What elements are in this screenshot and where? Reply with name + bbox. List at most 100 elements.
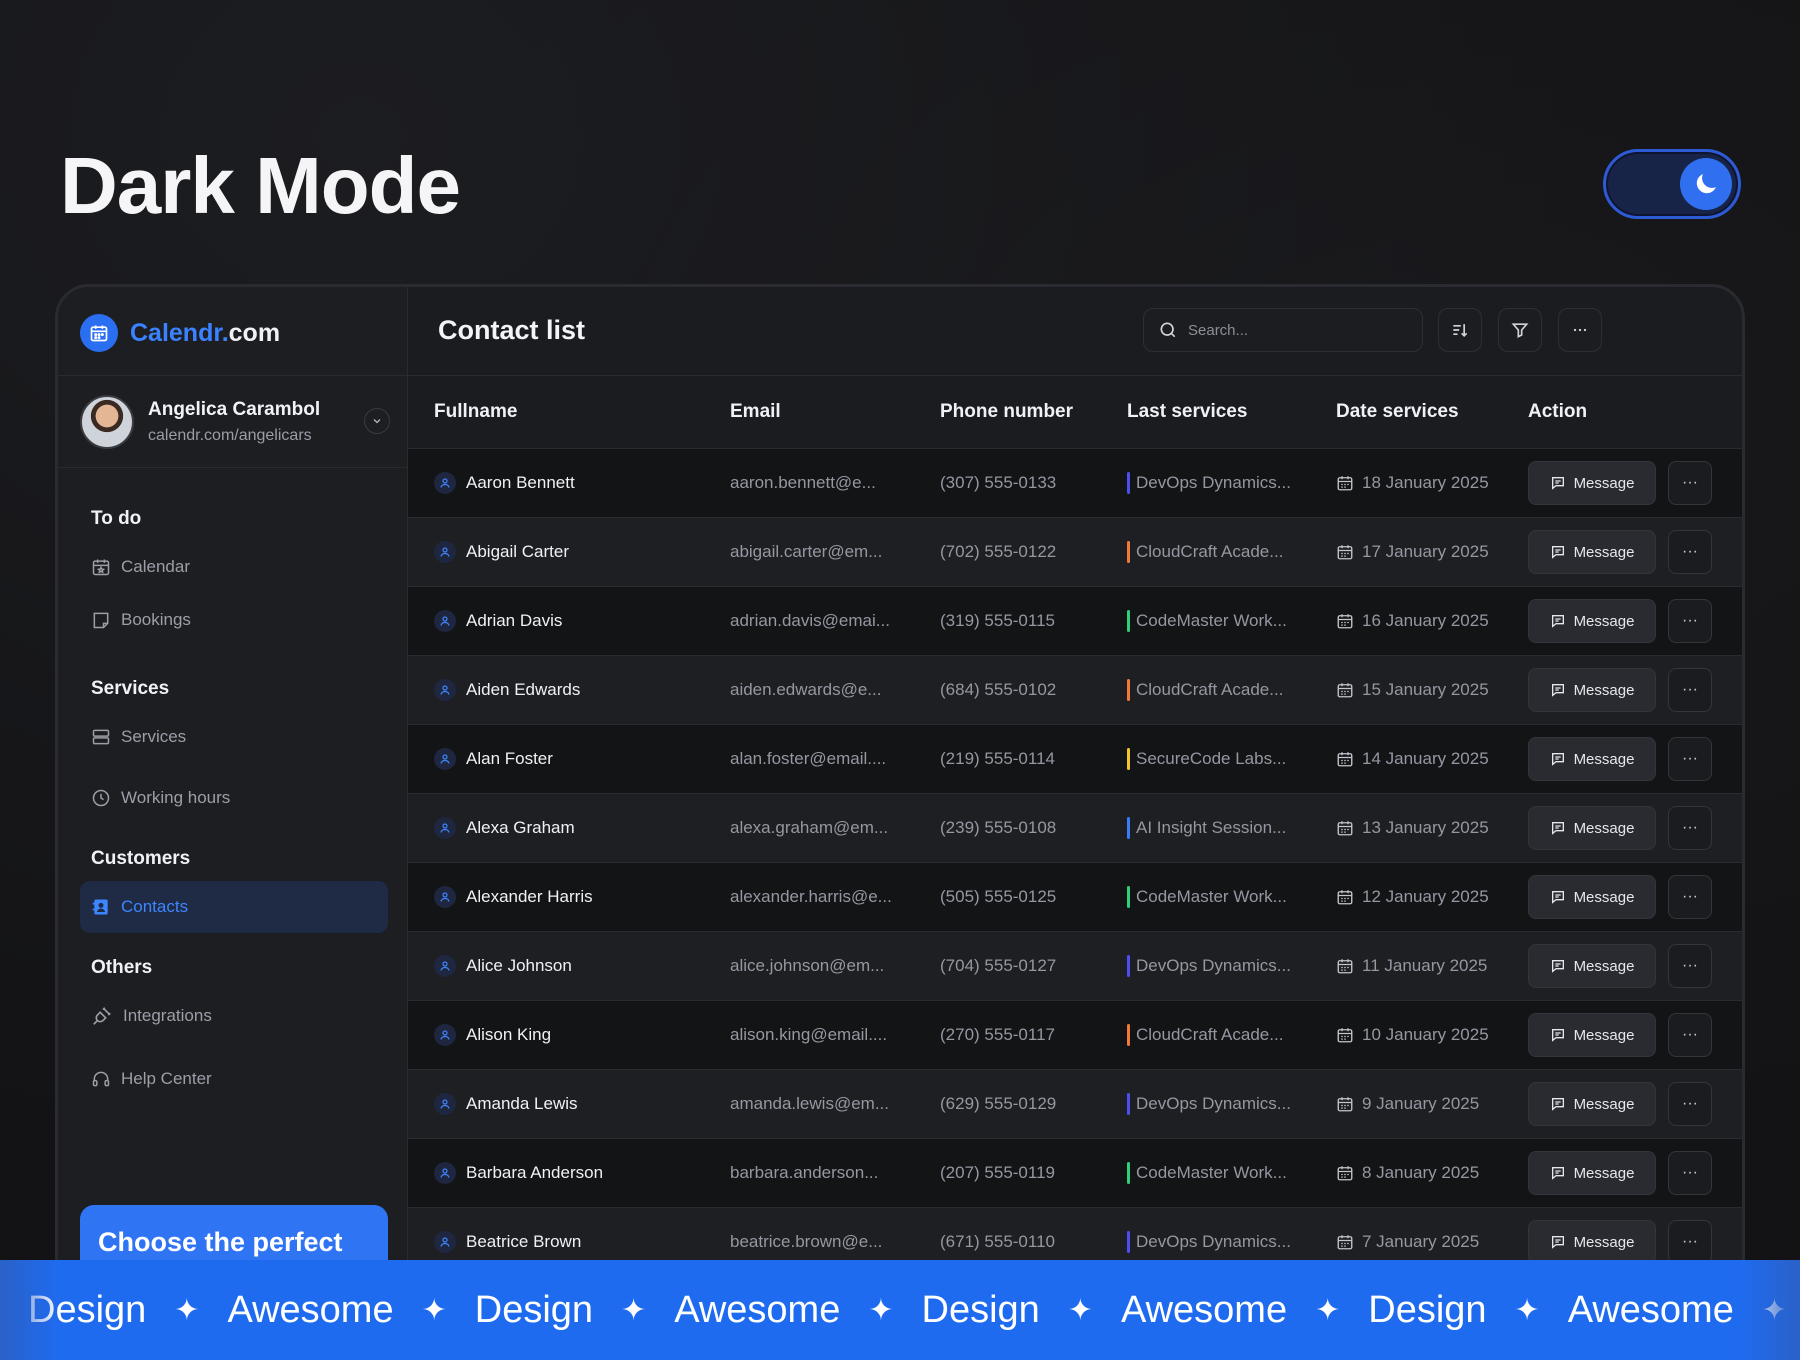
sidebar-item-contacts[interactable]: Contacts [80, 881, 388, 933]
marquee-word: Design [921, 1288, 1040, 1331]
search-box[interactable] [1143, 308, 1423, 352]
cell-phone: (270) 555-0117 [940, 1025, 1055, 1044]
more-horizontal-icon: ··· [1682, 1026, 1698, 1043]
contact-name: Aiden Edwards [466, 680, 581, 699]
sidebar-item-integrations[interactable]: Integrations [80, 990, 388, 1042]
table-row[interactable]: Alison King alison.king@email.... (270) … [408, 1000, 1742, 1069]
person-icon [434, 1231, 456, 1253]
message-button[interactable]: Message [1528, 1151, 1656, 1195]
more-horizontal-icon: ··· [1682, 957, 1698, 974]
sparkle-icon: ✦ [1067, 1293, 1093, 1327]
marquee-fade-right [1740, 1260, 1800, 1360]
message-label: Message [1573, 957, 1635, 975]
table-row[interactable]: Barbara Anderson barbara.anderson... (20… [408, 1138, 1742, 1207]
sidebar-item-label: Bookings [121, 610, 191, 629]
cell-phone: (505) 555-0125 [940, 887, 1057, 906]
row-more-button[interactable]: ··· [1668, 1013, 1712, 1057]
message-button[interactable]: Message [1528, 944, 1656, 988]
message-label: Message [1573, 1095, 1635, 1113]
sidebar-item-services[interactable]: Services [80, 711, 388, 763]
table-header: Fullname Email Phone number Last service… [408, 376, 1742, 448]
chevron-down-icon[interactable] [364, 408, 390, 434]
calendar-icon [1337, 1235, 1353, 1250]
row-more-button[interactable]: ··· [1668, 1151, 1712, 1195]
table-row[interactable]: Alan Foster alan.foster@email.... (219) … [408, 724, 1742, 793]
column-header-fullname[interactable]: Fullname [434, 401, 517, 423]
service-date: 8 January 2025 [1362, 1163, 1480, 1182]
cell-date: 18 January 2025 [1336, 449, 1489, 517]
message-button[interactable]: Message [1528, 875, 1656, 919]
sidebar-item-calendar[interactable]: Calendar [80, 541, 388, 593]
message-button[interactable]: Message [1528, 1082, 1656, 1126]
message-icon [1551, 1029, 1564, 1042]
column-header-email[interactable]: Email [730, 401, 781, 423]
service-name: CloudCraft Acade... [1136, 1025, 1284, 1044]
message-button[interactable]: Message [1528, 530, 1656, 574]
service-color-bar [1127, 886, 1130, 908]
cell-last-service: CloudCraft Acade... [1127, 656, 1283, 724]
table-row[interactable]: Adrian Davis adrian.davis@emai... (319) … [408, 586, 1742, 655]
table-row[interactable]: Alice Johnson alice.johnson@em... (704) … [408, 931, 1742, 1000]
search-input[interactable] [1188, 321, 1388, 339]
person-icon [434, 679, 456, 701]
table-row[interactable]: Abigail Carter abigail.carter@em... (702… [408, 517, 1742, 586]
table-row[interactable]: Alexa Graham alexa.graham@em... (239) 55… [408, 793, 1742, 862]
user-url: calendr.com/angelicars [148, 427, 312, 444]
row-more-button[interactable]: ··· [1668, 875, 1712, 919]
row-more-button[interactable]: ··· [1668, 944, 1712, 988]
cell-fullname: Alexander Harris [434, 863, 593, 931]
row-more-button[interactable]: ··· [1668, 737, 1712, 781]
marquee-word: Awesome [1120, 1288, 1288, 1331]
brand[interactable]: Calendr.com [80, 313, 280, 353]
column-header-phone[interactable]: Phone number [940, 401, 1073, 423]
service-name: CodeMaster Work... [1136, 1163, 1287, 1182]
sidebar-item-bookings[interactable]: Bookings [80, 594, 388, 646]
table-row[interactable]: Aiden Edwards aiden.edwards@e... (684) 5… [408, 655, 1742, 724]
service-date: 12 January 2025 [1362, 887, 1489, 906]
sidebar-item-help-center[interactable]: Help Center [80, 1053, 388, 1105]
message-icon [1551, 684, 1564, 697]
message-button[interactable]: Message [1528, 461, 1656, 505]
row-more-button[interactable]: ··· [1668, 461, 1712, 505]
table-row[interactable]: Amanda Lewis amanda.lewis@em... (629) 55… [408, 1069, 1742, 1138]
calendar-icon [1337, 890, 1353, 905]
message-button[interactable]: Message [1528, 737, 1656, 781]
row-more-button[interactable]: ··· [1668, 806, 1712, 850]
row-more-button[interactable]: ··· [1668, 599, 1712, 643]
table-row[interactable]: Aaron Bennett aaron.bennett@e... (307) 5… [408, 448, 1742, 517]
message-button[interactable]: Message [1528, 806, 1656, 850]
cell-date: 16 January 2025 [1336, 587, 1489, 655]
message-label: Message [1573, 888, 1635, 906]
row-more-button[interactable]: ··· [1668, 668, 1712, 712]
message-icon [1551, 753, 1564, 766]
cell-phone: (629) 555-0129 [940, 1094, 1057, 1113]
dark-mode-toggle[interactable] [1603, 149, 1741, 219]
more-horizontal-icon: ··· [1682, 681, 1698, 698]
message-button[interactable]: Message [1528, 599, 1656, 643]
plug-icon [93, 1007, 111, 1025]
row-more-button[interactable]: ··· [1668, 530, 1712, 574]
message-label: Message [1573, 474, 1635, 492]
sort-button[interactable] [1438, 308, 1482, 352]
row-more-button[interactable]: ··· [1668, 1082, 1712, 1126]
table-row[interactable]: Alexander Harris alexander.harris@e... (… [408, 862, 1742, 931]
cell-date: 14 January 2025 [1336, 725, 1489, 793]
row-more-button[interactable]: ··· [1668, 1220, 1712, 1264]
column-header-date-services[interactable]: Date services [1336, 401, 1459, 423]
user-profile[interactable]: Angelica Carambol calendr.com/angelicars [80, 392, 390, 452]
message-button[interactable]: Message [1528, 1013, 1656, 1057]
message-button[interactable]: Message [1528, 1220, 1656, 1264]
filter-button[interactable] [1498, 308, 1542, 352]
more-options-button[interactable] [1558, 308, 1602, 352]
contact-name: Barbara Anderson [466, 1163, 604, 1182]
sidebar-item-working-hours[interactable]: Working hours [80, 772, 388, 824]
service-color-bar [1127, 679, 1130, 701]
service-date: 7 January 2025 [1362, 1232, 1480, 1251]
cell-phone: (207) 555-0119 [940, 1163, 1055, 1182]
message-button[interactable]: Message [1528, 668, 1656, 712]
column-header-last-services[interactable]: Last services [1127, 401, 1247, 423]
more-horizontal-icon: ··· [1682, 819, 1698, 836]
service-name: CloudCraft Acade... [1136, 680, 1284, 699]
promo-text: Choose the perfect [98, 1227, 343, 1257]
cell-phone: (684) 555-0102 [940, 680, 1057, 699]
